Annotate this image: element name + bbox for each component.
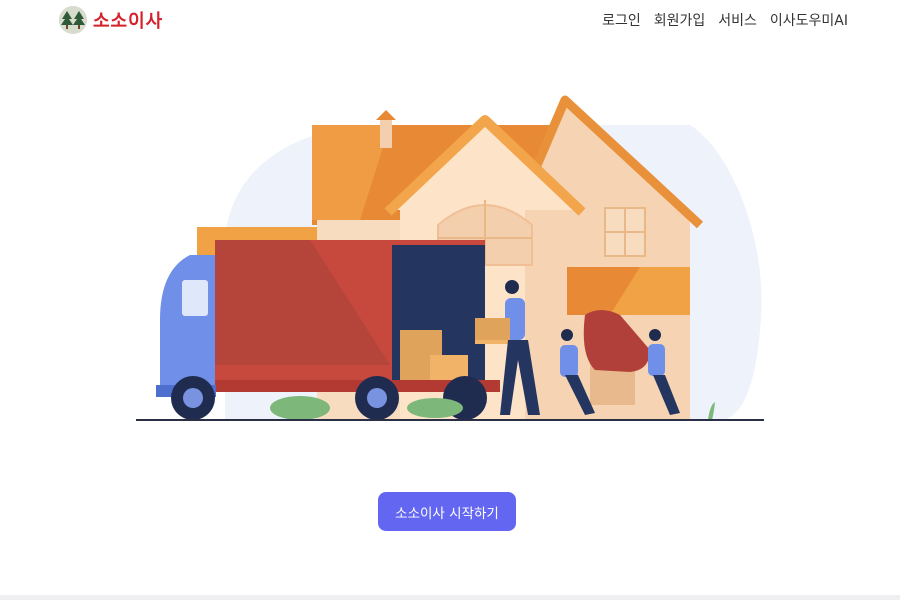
footer-divider (0, 595, 900, 600)
nav-moving-ai-link[interactable]: 이사도우미AI (770, 10, 848, 30)
nav-login-link[interactable]: 로그인 (602, 10, 641, 30)
nav-service-link[interactable]: 서비스 (718, 10, 757, 30)
brand-name: 소소이사 (93, 11, 164, 32)
hero-illustration (130, 90, 770, 430)
tree-logo-icon (59, 6, 87, 34)
moving-scene-illustration (136, 95, 764, 421)
site-header: 소소이사 로그인 회원가입 서비스 이사도우미AI (0, 0, 900, 40)
start-button[interactable]: 소소이사 시작하기 (378, 492, 516, 531)
brand-logo[interactable]: 소소이사 (59, 6, 163, 34)
top-nav: 로그인 회원가입 서비스 이사도우미AI (602, 10, 848, 30)
nav-signup-link[interactable]: 회원가입 (654, 10, 706, 30)
